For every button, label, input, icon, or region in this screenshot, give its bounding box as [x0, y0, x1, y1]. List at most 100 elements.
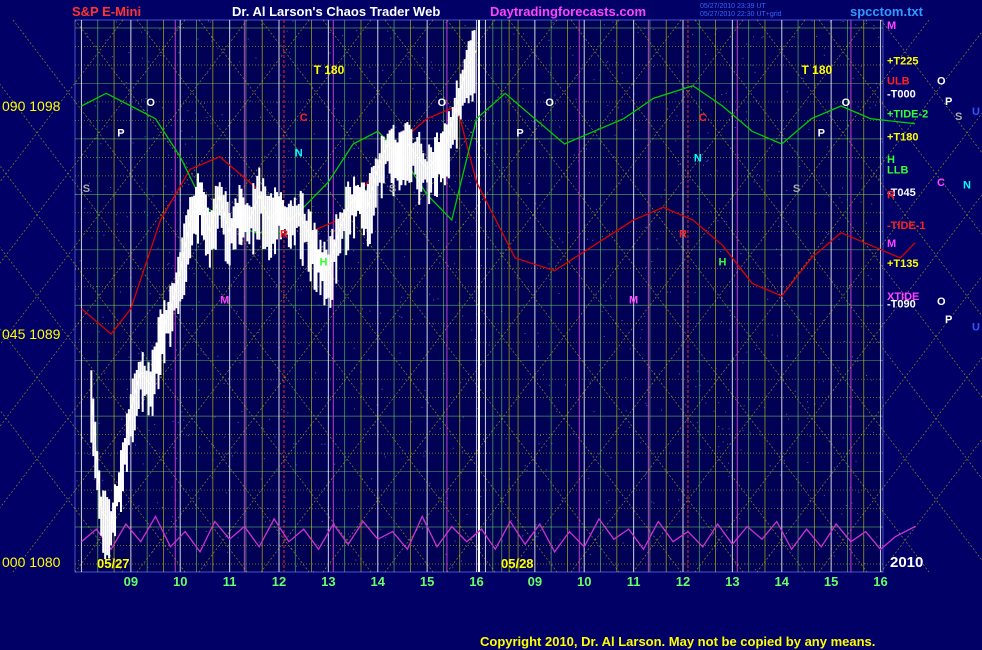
grid-dot [275, 154, 277, 156]
planet-marker: O [438, 97, 447, 109]
grid-dot [324, 443, 326, 445]
grid-dot [85, 155, 87, 157]
grid-dot [606, 62, 608, 64]
grid-dot [505, 438, 507, 440]
planet-marker: M [220, 295, 229, 307]
grid-dot [556, 410, 558, 412]
grid-dot [826, 146, 828, 148]
grid-dot [286, 169, 288, 171]
planet-marker: O [146, 97, 155, 109]
grid-dot [542, 374, 544, 376]
grid-dot [190, 154, 192, 156]
right-label: ULB [887, 76, 910, 88]
grid-dot [810, 313, 812, 315]
grid-dot [380, 529, 382, 531]
grid-dot [792, 210, 794, 212]
grid-dot [152, 195, 154, 197]
grid-dot [307, 99, 309, 101]
grid-dot [269, 543, 271, 545]
grid-dot [371, 135, 373, 137]
planet-marker: M [629, 295, 638, 307]
grid-dot [318, 233, 320, 235]
grid-dot [181, 130, 183, 132]
planet-marker: C [699, 112, 707, 124]
grid-dot [713, 410, 715, 412]
grid-dot [613, 40, 615, 42]
grid-dot [621, 72, 623, 74]
grid-dot [811, 20, 813, 22]
grid-dot [712, 289, 714, 291]
grid-dot [197, 353, 199, 355]
grid-dot [381, 388, 383, 390]
grid-dot [353, 408, 355, 410]
grid-dot [98, 422, 100, 424]
grid-dot [90, 491, 92, 493]
grid-dot [206, 116, 208, 118]
grid-dot [203, 353, 205, 355]
grid-dot [105, 39, 107, 41]
grid-dot [749, 399, 751, 401]
y-tick-label: 090 1098 [2, 98, 61, 114]
grid-dot [109, 454, 111, 456]
planet-marker: N [295, 148, 303, 160]
grid-dot [762, 510, 764, 512]
grid-dot [454, 263, 456, 265]
grid-dot [455, 271, 457, 273]
grid-dot [681, 451, 683, 453]
grid-dot [573, 154, 575, 156]
grid-dot [431, 67, 433, 69]
grid-dot [607, 105, 609, 107]
grid-dot [357, 505, 359, 507]
grid-dot [720, 251, 722, 253]
grid-dot [373, 424, 375, 426]
grid-dot [424, 390, 426, 392]
grid-dot [809, 500, 811, 502]
grid-dot [653, 65, 655, 67]
grid-dot [210, 21, 212, 23]
right-label: M [887, 238, 896, 250]
grid-dot [725, 221, 727, 223]
grid-dot [383, 454, 385, 456]
far-right-letter: O [937, 296, 946, 308]
grid-dot [211, 40, 213, 42]
planet-marker: O [842, 97, 851, 109]
grid-dot [313, 133, 315, 135]
grid-dot [878, 178, 880, 180]
grid-dot [200, 350, 202, 352]
grid-dot [188, 183, 190, 185]
grid-dot [385, 537, 387, 539]
grid-dot [413, 191, 415, 193]
grid-dot [284, 337, 286, 339]
x-tick-label: 14 [775, 574, 790, 589]
grid-dot [857, 513, 859, 515]
grid-dot [339, 145, 341, 147]
grid-dot [471, 329, 473, 331]
grid-dot [450, 158, 452, 160]
grid-dot [651, 261, 653, 263]
grid-dot [452, 566, 454, 568]
grid-dot [430, 228, 432, 230]
grid-dot [279, 281, 281, 283]
grid-dot [771, 334, 773, 336]
grid-dot [835, 103, 837, 105]
site-link[interactable]: Daytradingforecasts.com [490, 4, 646, 19]
grid-dot [871, 203, 873, 205]
grid-dot [214, 416, 216, 418]
far-right-letter: S [955, 111, 962, 123]
grid-dot [753, 36, 755, 38]
x-tick-label: 11 [223, 574, 237, 589]
grid-dot [710, 210, 712, 212]
grid-dot [158, 270, 160, 272]
grid-dot [258, 541, 260, 543]
grid-dot [865, 222, 867, 224]
grid-dot [514, 289, 516, 291]
grid-dot [231, 455, 233, 457]
right-label: -TIDE-1 [887, 220, 926, 232]
grid-dot [818, 361, 820, 363]
grid-dot [625, 410, 627, 412]
grid-dot [852, 356, 854, 358]
grid-dot [823, 54, 825, 56]
grid-dot [411, 319, 413, 321]
grid-dot [502, 167, 504, 169]
grid-dot [297, 289, 299, 291]
